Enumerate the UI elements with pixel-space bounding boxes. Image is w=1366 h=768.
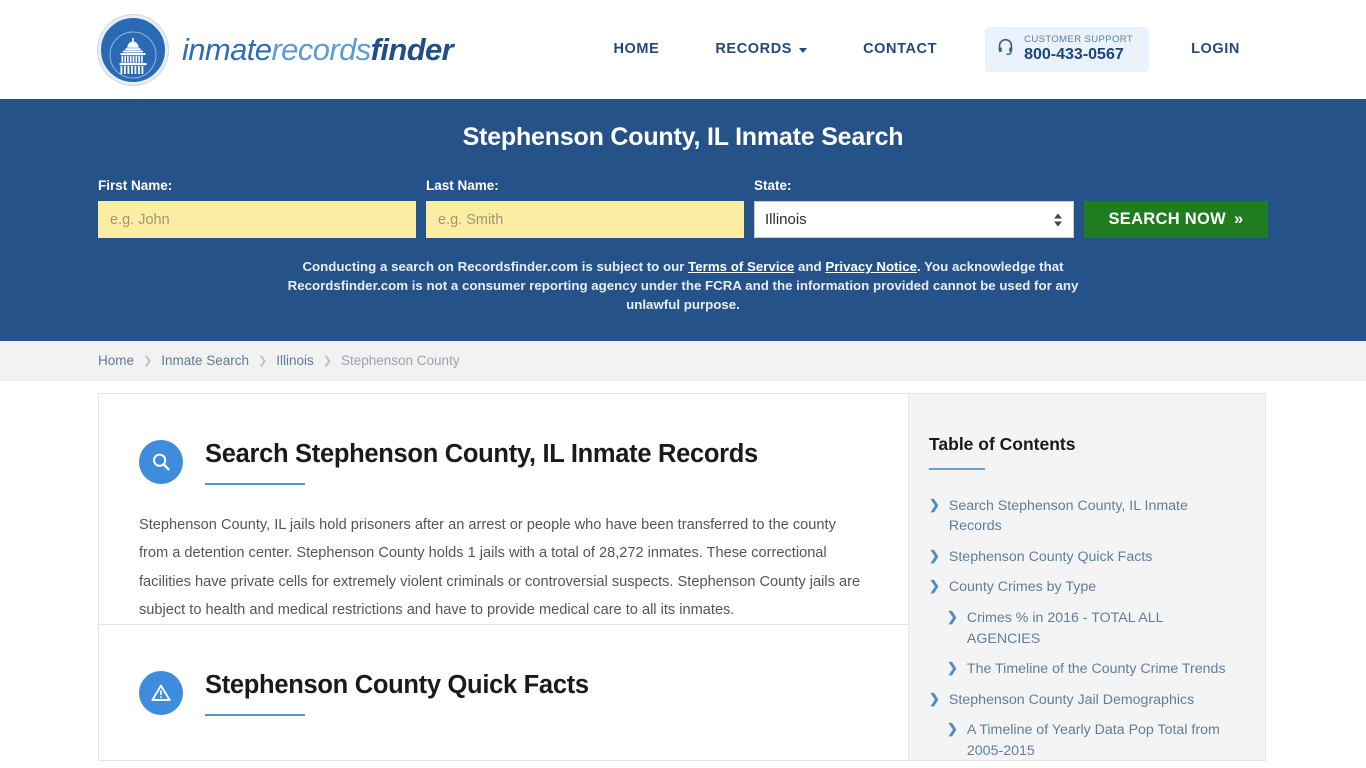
inmate-search-form: First Name: Last Name: State: Illinois S… <box>98 178 1268 238</box>
toc-item-label: County Crimes by Type <box>948 579 1097 596</box>
breadcrumb-item-home[interactable]: Home <box>98 353 134 368</box>
search-now-button-label: SEARCH NOW <box>1108 210 1227 228</box>
section-quick-facts: Stephenson County Quick Facts <box>99 624 908 717</box>
toc-item-crime-trends-timeline[interactable]: ❯ The Timeline of the County Crime Trend… <box>929 659 1235 680</box>
chevron-right-icon: ❯ <box>929 496 940 512</box>
privacy-notice-link[interactable]: Privacy Notice <box>825 259 917 274</box>
breadcrumb-separator-icon: ❯ <box>258 354 268 367</box>
chevron-right-icon: ❯ <box>929 547 940 563</box>
chevron-right-icon: ❯ <box>947 609 958 624</box>
state-select[interactable]: Illinois <box>754 201 1074 238</box>
chevron-right-icon: ❯ <box>929 578 940 594</box>
section-title: Search Stephenson County, IL Inmate Reco… <box>205 439 758 468</box>
toc-item-label: The Timeline of the County Crime Trends <box>966 661 1226 678</box>
nav-item-contact[interactable]: CONTACT <box>835 41 965 57</box>
toc-item-label: Stephenson County Quick Facts <box>948 548 1153 565</box>
capitol-dome-icon <box>98 14 168 85</box>
toc-item-label: A Timeline of Yearly Data Pop Total from… <box>966 722 1220 759</box>
search-icon <box>139 439 183 484</box>
warning-icon <box>139 671 183 716</box>
breadcrumb-item-inmate-search[interactable]: Inmate Search <box>161 353 249 368</box>
title-underline <box>205 482 305 485</box>
toc-item-search-records[interactable]: ❯ Search Stephenson County, IL Inmate Re… <box>929 496 1235 537</box>
state-label: State: <box>754 178 792 193</box>
toc-item-yearly-pop-total[interactable]: ❯ A Timeline of Yearly Data Pop Total fr… <box>929 720 1235 761</box>
last-name-label: Last Name: <box>426 178 499 193</box>
toc-item-label: Crimes % in 2016 - TOTAL ALL AGENCIES <box>966 610 1163 647</box>
breadcrumb: Home ❯ Inmate Search ❯ Illinois ❯ Stephe… <box>98 353 460 368</box>
breadcrumb-item-illinois[interactable]: Illinois <box>276 353 314 368</box>
table-of-contents-title: Table of Contents <box>929 433 1076 454</box>
hero-search-banner: Stephenson County, IL Inmate Search Firs… <box>0 99 1366 341</box>
section-body-text: Stephenson County, IL jails hold prisone… <box>139 516 861 618</box>
disclaimer-part-1: Conducting a search on Recordsfinder.com… <box>302 259 689 274</box>
page-title: Stephenson County, IL Inmate Search <box>462 123 904 151</box>
toc-item-county-crimes-by-type[interactable]: ❯ County Crimes by Type <box>929 577 1235 598</box>
nav-item-login-label: LOGIN <box>1191 41 1240 58</box>
table-of-contents: Table of Contents ❯ Search Stephenson Co… <box>908 392 1266 762</box>
breadcrumb-item-stephenson-county: Stephenson County <box>340 352 460 368</box>
customer-support-phone: 800-433-0567 <box>1024 46 1124 64</box>
main-navigation: HOME RECORDS CONTACT CUSTOMER SUPPORT 80 <box>585 27 1268 72</box>
chevron-right-icon: ❯ <box>929 690 940 706</box>
section-search-inmate-records: Search Stephenson County, IL Inmate Reco… <box>99 394 908 625</box>
chevron-down-icon <box>799 47 808 53</box>
search-now-button[interactable]: SEARCH NOW » <box>1084 201 1268 238</box>
customer-support-label: CUSTOMER SUPPORT <box>1024 34 1134 46</box>
nav-item-login[interactable]: LOGIN <box>1163 41 1268 57</box>
nav-item-records[interactable]: RECORDS <box>687 41 835 57</box>
brand-part-1: inmate <box>182 31 272 67</box>
last-name-input[interactable] <box>426 201 744 238</box>
page-body: Search Stephenson County, IL Inmate Reco… <box>0 381 1366 761</box>
toc-item-crimes-percent-2016[interactable]: ❯ Crimes % in 2016 - TOTAL ALL AGENCIES <box>929 608 1235 649</box>
disclaimer-part-2: and <box>794 259 826 274</box>
brand-part-3: finder <box>370 31 454 67</box>
chevron-right-icon: ❯ <box>947 721 958 737</box>
toc-list: ❯ Search Stephenson County, IL Inmate Re… <box>929 496 1235 762</box>
title-underline <box>205 714 305 717</box>
nav-item-records-label: RECORDS <box>715 41 793 58</box>
first-name-label: First Name: <box>98 178 173 193</box>
site-header: inmaterecordsfinder HOME RECORDS CONTACT <box>0 0 1366 99</box>
search-disclaimer: Conducting a search on Recordsfinder.com… <box>263 258 1103 315</box>
nav-item-home-label: HOME <box>613 41 660 58</box>
breadcrumb-bar: Home ❯ Inmate Search ❯ Illinois ❯ Stephe… <box>0 340 1366 381</box>
brand-part-2: records <box>271 31 371 67</box>
headset-icon <box>997 38 1014 60</box>
main-content-card: Search Stephenson County, IL Inmate Reco… <box>98 392 908 761</box>
toc-underline <box>929 467 985 470</box>
toc-item-label: Search Stephenson County, IL Inmate Reco… <box>948 497 1188 535</box>
breadcrumb-separator-icon: ❯ <box>322 354 332 367</box>
toc-item-label: Stephenson County Jail Demographics <box>948 691 1195 708</box>
nav-item-contact-label: CONTACT <box>863 41 938 58</box>
customer-support-button[interactable]: CUSTOMER SUPPORT 800-433-0567 <box>985 27 1150 72</box>
brand-wordmark: inmaterecordsfinder <box>182 31 454 68</box>
chevron-right-icon: ❯ <box>947 660 958 676</box>
toc-item-jail-demographics[interactable]: ❯ Stephenson County Jail Demographics <box>929 690 1235 711</box>
section-title: Stephenson County Quick Facts <box>205 671 589 700</box>
toc-item-quick-facts[interactable]: ❯ Stephenson County Quick Facts <box>929 547 1235 568</box>
breadcrumb-separator-icon: ❯ <box>143 354 153 367</box>
terms-of-service-link[interactable]: Terms of Service <box>688 259 794 274</box>
site-logo[interactable]: inmaterecordsfinder <box>98 14 454 85</box>
double-chevron-right-icon: » <box>1234 210 1244 228</box>
nav-item-home[interactable]: HOME <box>585 41 687 57</box>
first-name-input[interactable] <box>98 201 416 238</box>
